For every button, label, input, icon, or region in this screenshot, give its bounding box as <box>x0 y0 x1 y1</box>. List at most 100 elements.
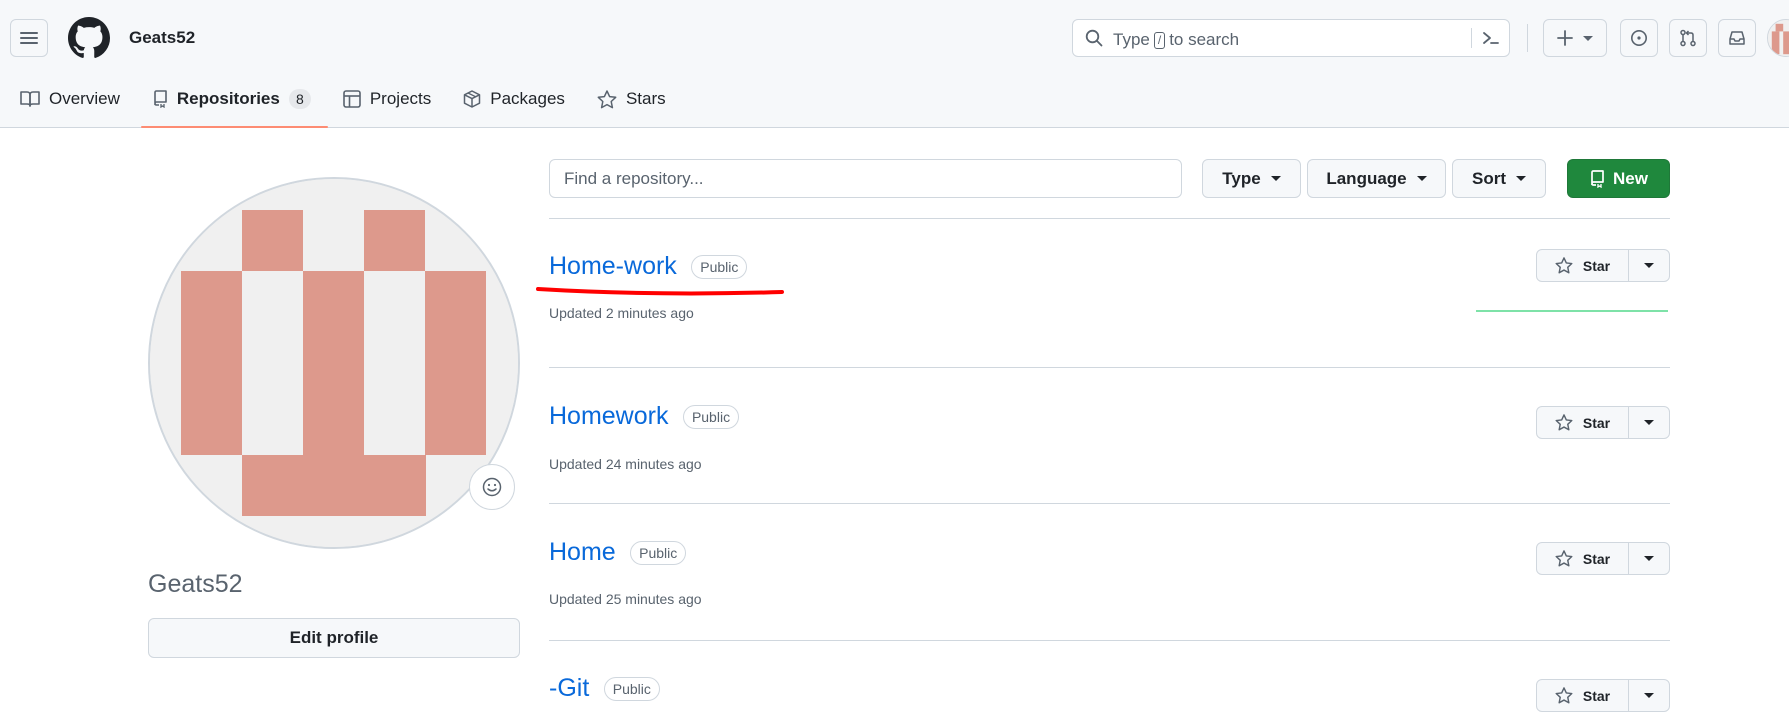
tab-packages[interactable]: Packages <box>453 78 575 120</box>
edit-profile-button[interactable]: Edit profile <box>148 618 520 658</box>
search-divider <box>1471 28 1472 48</box>
inbox-button[interactable] <box>1718 19 1756 57</box>
global-header: Geats52 Type / to search Overview Reposi… <box>0 0 1789 128</box>
star-button-group: Star <box>1536 679 1670 712</box>
search-icon <box>1085 29 1103 47</box>
activity-sparkline <box>1476 310 1668 312</box>
star-label: Star <box>1582 550 1611 567</box>
tab-projects[interactable]: Projects <box>333 78 441 120</box>
red-underline-annotation <box>536 287 784 296</box>
star-icon <box>1555 687 1573 704</box>
repo-icon <box>1591 169 1604 188</box>
star-list-dropdown[interactable] <box>1629 543 1669 574</box>
sort-label: Sort <box>1472 168 1506 188</box>
star-label: Star <box>1582 257 1611 274</box>
menu-button[interactable] <box>10 19 48 57</box>
issues-button[interactable] <box>1620 19 1658 57</box>
create-new-button[interactable] <box>1543 19 1607 57</box>
tab-overview[interactable]: Overview <box>10 78 130 120</box>
visibility-badge: Public <box>691 254 748 279</box>
repo-updated-time: Updated 2 minutes ago <box>549 305 694 321</box>
chevron-down-icon <box>1270 176 1281 181</box>
table-icon <box>343 90 361 108</box>
profile-tabs: Overview Repositories 8 Projects Package… <box>0 78 688 128</box>
command-palette-icon[interactable] <box>1481 28 1501 48</box>
chevron-down-icon <box>1416 176 1427 181</box>
search-placeholder: Type / to search <box>1113 30 1239 50</box>
star-list-dropdown[interactable] <box>1629 680 1669 711</box>
sort-button[interactable]: Sort <box>1452 159 1546 198</box>
chevron-down-icon <box>1644 556 1654 561</box>
identicon-icon <box>1768 20 1789 56</box>
new-repository-button[interactable]: New <box>1567 159 1670 198</box>
slash-key-hint: / <box>1153 31 1166 49</box>
repo-icon <box>154 90 167 108</box>
divider <box>549 218 1670 219</box>
pull-requests-button[interactable] <box>1669 19 1707 57</box>
star-label: Star <box>1582 687 1611 704</box>
repo-updated-time: Updated 24 minutes ago <box>549 456 702 472</box>
profile-username: Geats52 <box>148 570 243 598</box>
tab-stars[interactable]: Stars <box>587 78 676 120</box>
inbox-icon <box>1729 31 1745 45</box>
tab-repositories[interactable]: Repositories 8 <box>140 78 328 128</box>
language-filter-label: Language <box>1326 168 1407 188</box>
github-logo-icon[interactable] <box>68 17 110 59</box>
repo-name-link[interactable]: Home <box>549 538 616 567</box>
tab-repositories-label: Repositories <box>176 89 280 108</box>
star-button-group: Star <box>1536 249 1670 282</box>
repo-list-item: -Git Public Star <box>549 674 1670 724</box>
star-button[interactable]: Star <box>1537 680 1629 711</box>
star-label: Star <box>1582 414 1611 431</box>
repositories-count: 8 <box>288 89 311 109</box>
new-button-label: New <box>1613 168 1648 188</box>
repo-name-link[interactable]: Homework <box>549 402 668 431</box>
star-icon <box>597 89 617 108</box>
smiley-icon <box>482 477 502 497</box>
repo-name-link[interactable]: -Git <box>549 674 589 703</box>
search-prefix: Type <box>1113 30 1150 49</box>
divider <box>549 503 1670 504</box>
tab-overview-label: Overview <box>49 89 120 108</box>
header-separator <box>1527 24 1528 52</box>
star-button-group: Star <box>1536 406 1670 439</box>
star-list-dropdown[interactable] <box>1629 407 1669 438</box>
tab-projects-label: Projects <box>369 89 432 108</box>
chevron-down-icon <box>1583 35 1593 41</box>
star-icon <box>1555 414 1573 431</box>
chevron-down-icon <box>1644 420 1654 425</box>
hamburger-icon <box>20 32 38 44</box>
tab-packages-label: Packages <box>490 89 565 108</box>
header-username[interactable]: Geats52 <box>129 28 195 48</box>
star-button-group: Star <box>1536 542 1670 575</box>
star-button[interactable]: Star <box>1537 407 1629 438</box>
issue-opened-icon <box>1631 30 1647 46</box>
search-suffix: to search <box>1169 30 1240 49</box>
repo-name-link[interactable]: Home-work <box>549 252 677 281</box>
star-list-dropdown[interactable] <box>1629 250 1669 281</box>
visibility-badge: Public <box>682 404 740 429</box>
star-button[interactable]: Star <box>1537 250 1629 281</box>
package-icon <box>464 90 481 108</box>
profile-avatar[interactable] <box>148 177 520 549</box>
repo-list-item: Home Public Updated 25 minutes ago Star <box>549 538 1670 628</box>
type-filter-button[interactable]: Type <box>1202 159 1301 198</box>
chevron-down-icon <box>1644 263 1654 268</box>
visibility-badge: Public <box>603 676 660 701</box>
identicon-icon <box>150 179 518 547</box>
divider <box>549 367 1670 368</box>
set-status-button[interactable] <box>469 464 515 510</box>
user-avatar[interactable] <box>1767 19 1789 57</box>
tab-stars-label: Stars <box>625 89 666 108</box>
chevron-down-icon <box>1516 176 1526 181</box>
visibility-badge: Public <box>630 540 687 565</box>
repo-updated-time: Updated 25 minutes ago <box>549 591 702 607</box>
type-filter-label: Type <box>1222 168 1261 188</box>
find-repository-input[interactable] <box>549 159 1182 198</box>
language-filter-button[interactable]: Language <box>1307 159 1446 198</box>
pull-request-icon <box>1680 29 1696 47</box>
chevron-down-icon <box>1644 693 1654 698</box>
star-button[interactable]: Star <box>1537 543 1629 574</box>
global-search[interactable]: Type / to search <box>1072 19 1510 57</box>
divider <box>549 640 1670 641</box>
